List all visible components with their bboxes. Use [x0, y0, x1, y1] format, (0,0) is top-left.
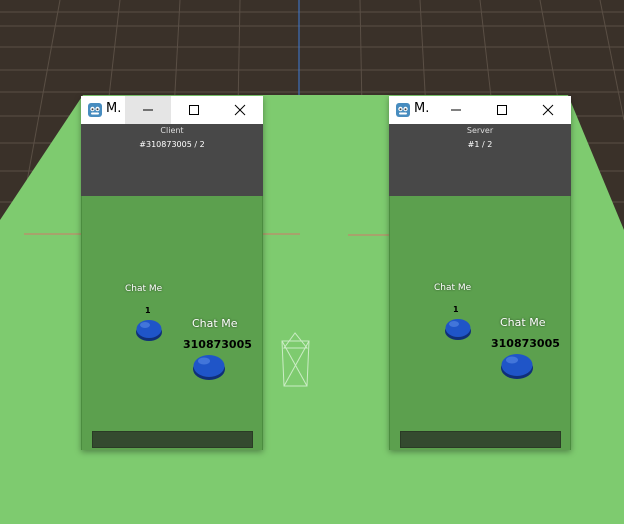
- maximize-button[interactable]: [171, 96, 217, 124]
- godot-icon: [396, 103, 410, 117]
- role-label: Client: [160, 126, 184, 135]
- role-label: Server: [466, 126, 494, 135]
- window-title: M.: [106, 101, 122, 116]
- game-view[interactable]: Chat Me 1 Chat Me 310873005: [81, 196, 263, 450]
- local-player-chat-label: Chat Me: [125, 284, 163, 294]
- maximize-button[interactable]: [479, 96, 525, 124]
- minimize-icon: [451, 109, 461, 111]
- local-player: [445, 319, 471, 340]
- info-panel: Client #310873005 / 2: [81, 124, 263, 196]
- remote-player-number: 310873005: [183, 338, 252, 351]
- peer-id-label: #310873005 / 2: [139, 140, 205, 149]
- info-panel: Server #1 / 2: [389, 124, 571, 196]
- maximize-icon: [189, 105, 199, 115]
- close-icon: [542, 104, 554, 116]
- remote-player: [501, 354, 533, 379]
- title-bar[interactable]: M.: [81, 96, 263, 124]
- maximize-icon: [497, 105, 507, 115]
- remote-player-number: 310873005: [491, 337, 560, 350]
- remote-player-chat-label: Chat Me: [192, 317, 238, 330]
- peer-id-label: #1 / 2: [467, 140, 493, 149]
- minimize-icon: [143, 109, 153, 111]
- local-player-number: 1: [145, 306, 151, 315]
- chat-input[interactable]: [92, 431, 253, 448]
- godot-icon: [88, 103, 102, 117]
- close-button[interactable]: [525, 96, 571, 124]
- close-button[interactable]: [217, 96, 263, 124]
- local-player-chat-label: Chat Me: [434, 283, 472, 293]
- minimize-button[interactable]: [125, 96, 171, 124]
- title-bar[interactable]: M.: [389, 96, 571, 124]
- close-icon: [234, 104, 246, 116]
- remote-player: [193, 355, 225, 380]
- chat-input[interactable]: [400, 431, 561, 448]
- local-player-number: 1: [453, 305, 459, 314]
- local-player: [136, 320, 162, 341]
- game-view[interactable]: Chat Me 1 Chat Me 310873005: [389, 196, 571, 450]
- minimize-button[interactable]: [433, 96, 479, 124]
- remote-player-chat-label: Chat Me: [500, 316, 546, 329]
- server-window[interactable]: M. Server #1 / 2 Chat Me 1 Chat Me 31087…: [389, 96, 571, 450]
- window-title: M.: [414, 101, 430, 116]
- client-window[interactable]: M. Client #310873005 / 2 Chat Me 1 Chat …: [81, 96, 263, 450]
